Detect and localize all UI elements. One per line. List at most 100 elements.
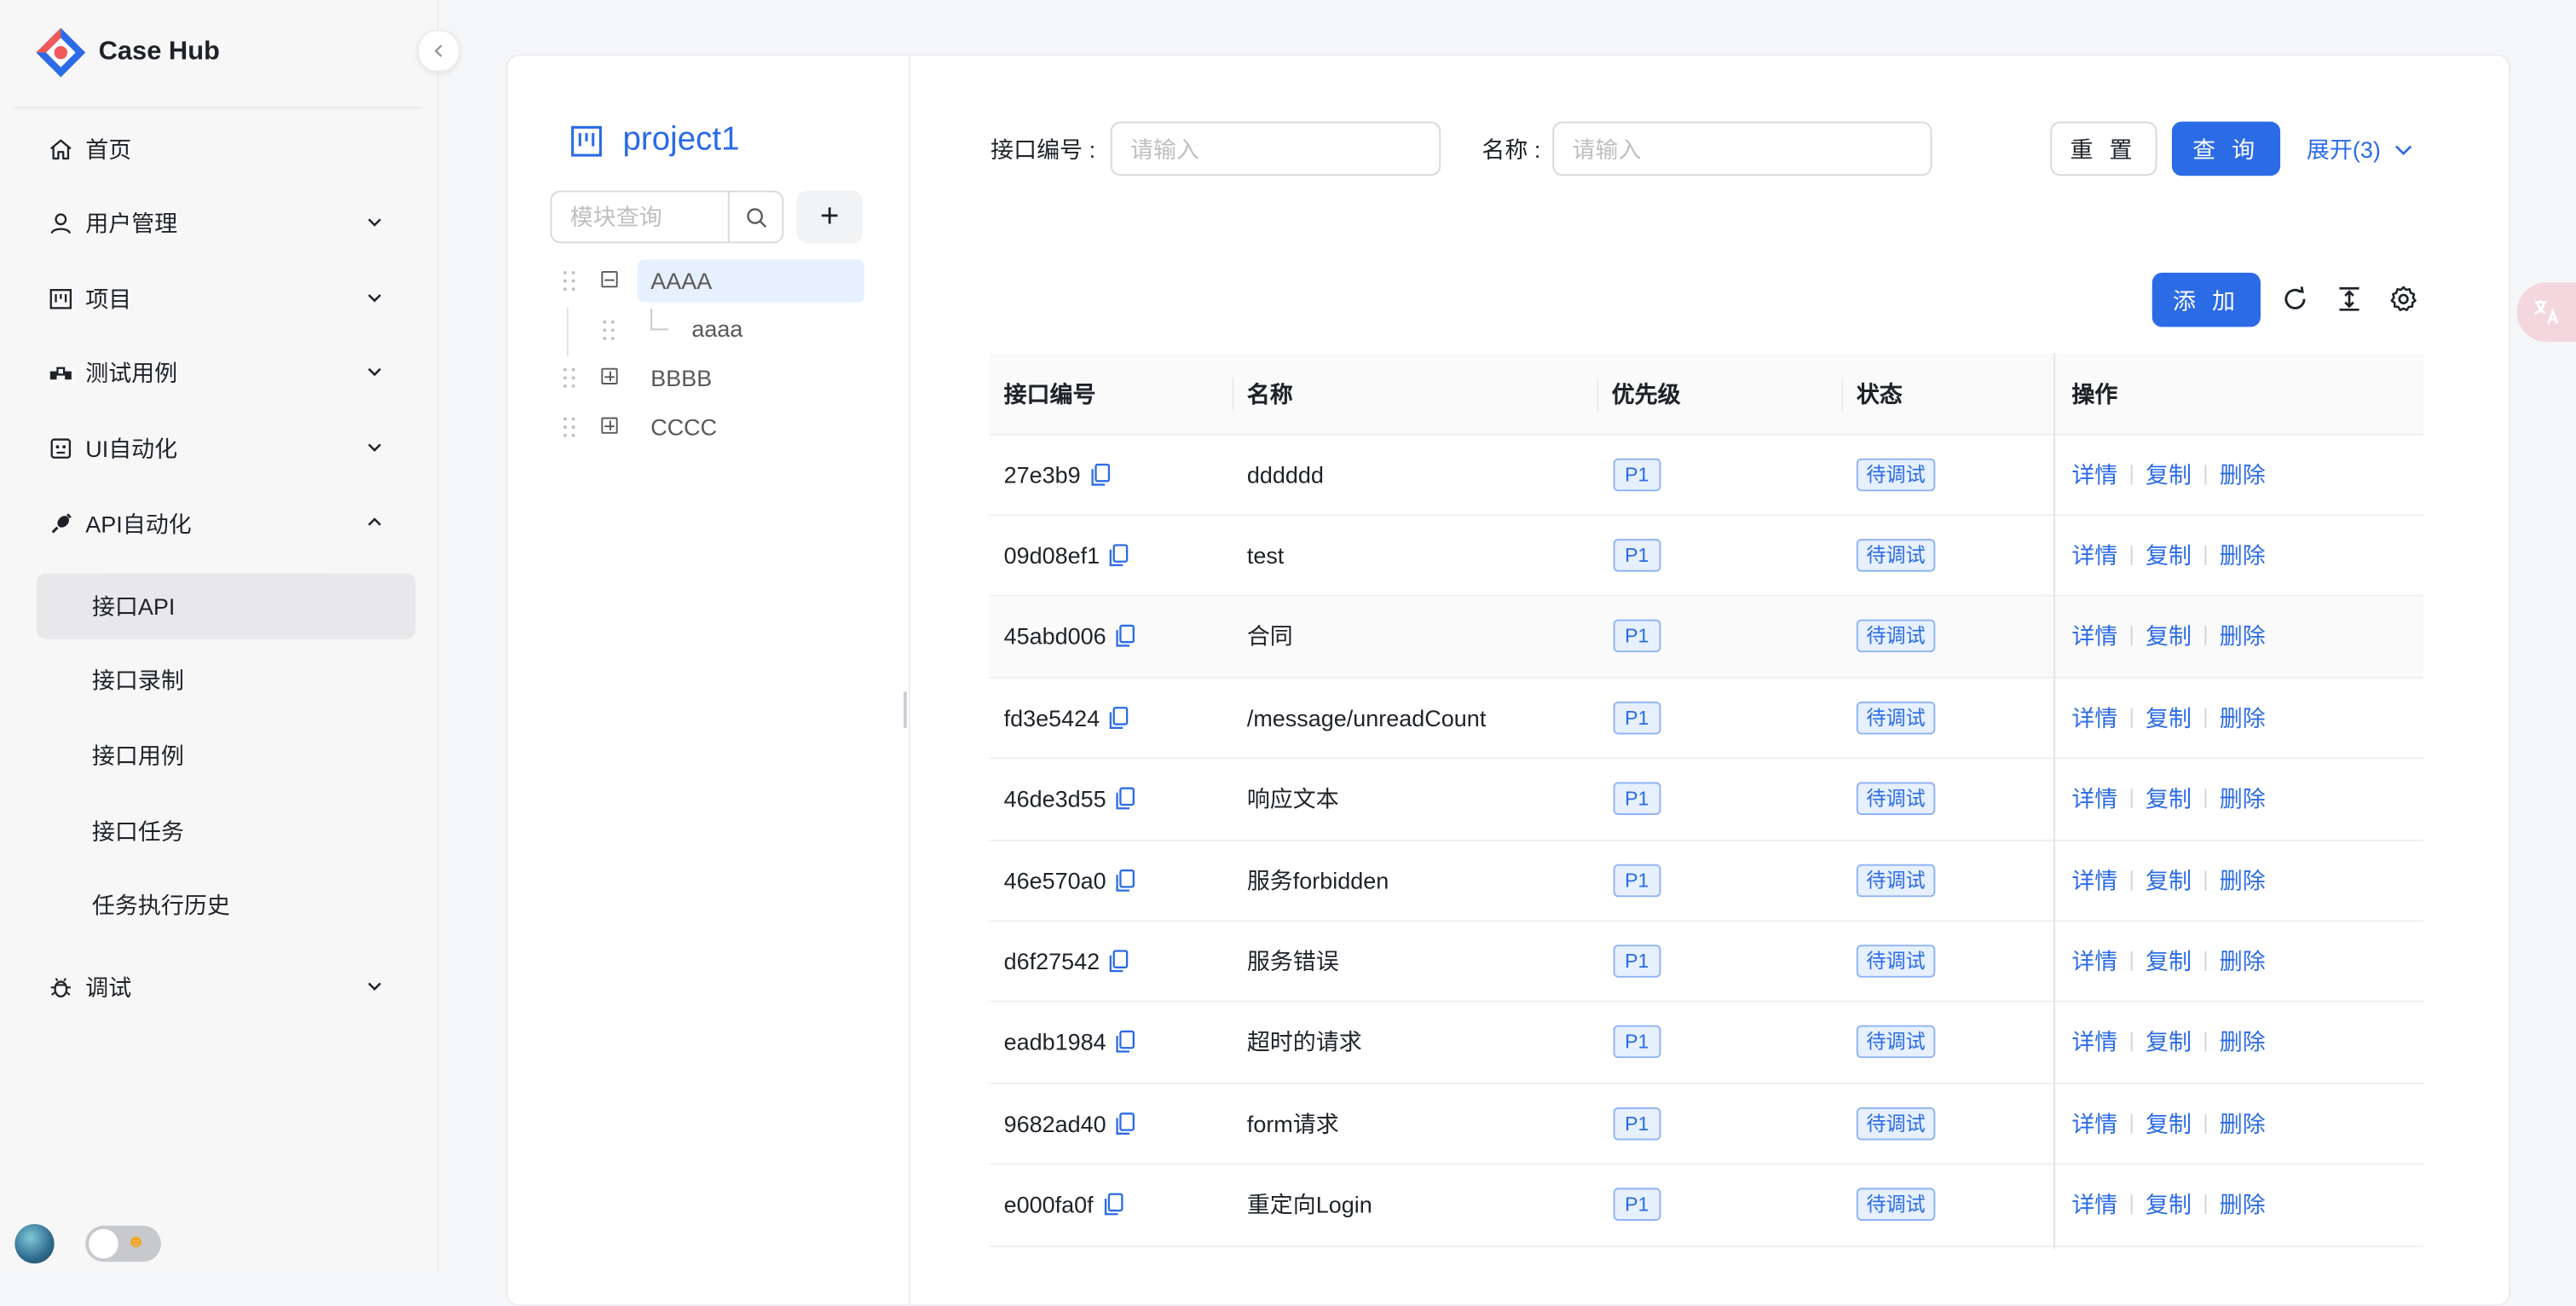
menu-item-api-automation[interactable]: API自动化 [36,491,417,557]
refresh-button[interactable] [2279,282,2312,315]
copy-link[interactable]: 复制 [2146,458,2192,491]
drag-handle-icon[interactable] [563,367,576,388]
detail-link[interactable]: 详情 [2071,539,2117,572]
copy-icon[interactable] [1110,950,1129,973]
api-id: fd3e5424 [1003,704,1100,731]
action-divider [2130,789,2133,809]
copy-icon[interactable] [1116,868,1135,892]
cell-actions: 详情 复制 删除 [2071,596,2265,676]
tree-expand-icon[interactable] [601,417,618,434]
sidebar-item-api-interface[interactable]: 接口API [36,573,416,639]
table-row: 46de3d55 响应文本 P1 待调试 详情 复制 删除 [989,759,2423,841]
detail-link[interactable]: 详情 [2071,864,2117,897]
translate-button[interactable] [2516,282,2576,342]
delete-link[interactable]: 删除 [2220,539,2266,572]
delete-link[interactable]: 删除 [2220,458,2266,491]
tree-node-bbbb[interactable]: BBBB [650,356,712,399]
add-button[interactable]: 添 加 [2151,272,2261,327]
detail-link[interactable]: 详情 [2071,458,2117,491]
delete-link[interactable]: 删除 [2220,1107,2266,1140]
avatar[interactable] [14,1223,55,1264]
tree-expand-icon[interactable] [601,367,618,384]
filter-id-input[interactable] [1112,123,1440,175]
action-divider [2204,1032,2207,1053]
sidebar-collapse-button[interactable] [417,29,460,72]
copy-link[interactable]: 复制 [2146,864,2192,897]
app-root: Case Hub 首页 用户管理 项目 测试用例 UI自动化 API自动化 接口… [0,0,2576,1306]
drag-handle-icon[interactable] [603,320,615,340]
add-module-button[interactable]: + [796,190,863,244]
brand[interactable]: Case Hub [33,23,220,82]
tree-collapse-icon[interactable] [601,271,618,288]
copy-icon[interactable] [1116,787,1135,810]
tree-node-cccc[interactable]: CCCC [650,406,717,448]
sidebar-item-api-tasks[interactable]: 接口任务 [36,799,415,864]
table-row: fd3e5424/message/unreadCount P1 待调试 详情 复制 删除 [989,677,2423,760]
delete-link[interactable]: 删除 [2220,783,2266,816]
copy-link[interactable]: 复制 [2146,945,2192,978]
detail-link[interactable]: 详情 [2071,1188,2117,1222]
menu-item-testcase[interactable]: 测试用例 [36,340,417,406]
copy-icon[interactable] [1116,1031,1135,1054]
drag-handle-icon[interactable] [563,271,576,292]
delete-link[interactable]: 删除 [2220,945,2266,978]
menu-item-project[interactable]: 项目 [36,266,417,332]
copy-icon[interactable] [1090,462,1110,486]
table-row: 45abd006 合同 P1 待调试 详情 复制 删除 [989,596,2423,679]
copy-icon[interactable] [1116,1112,1135,1135]
delete-link[interactable]: 删除 [2220,701,2266,734]
cell-priority: P1 [1613,596,1661,676]
copy-link[interactable]: 复制 [2146,1107,2192,1140]
menu-item-home[interactable]: 首页 [36,117,417,182]
density-button[interactable] [2333,282,2366,315]
sub-label: 接口任务 [91,818,184,845]
action-divider [2130,464,2133,484]
detail-link[interactable]: 详情 [2071,1026,2117,1059]
copy-icon[interactable] [1116,625,1135,648]
menu-item-ui-automation[interactable]: UI自动化 [36,416,417,482]
delete-link[interactable]: 删除 [2220,1188,2266,1222]
detail-link[interactable]: 详情 [2071,783,2117,816]
drag-handle-icon[interactable] [563,417,576,437]
sidebar-item-api-recording[interactable]: 接口录制 [36,647,415,713]
pane-splitter[interactable] [904,691,907,728]
copy-link[interactable]: 复制 [2146,620,2192,653]
api-name: 服务错误 [1246,947,1339,974]
detail-link[interactable]: 详情 [2071,945,2117,978]
copy-link[interactable]: 复制 [2146,1026,2192,1059]
cell-id: 45abd006 [1004,596,1136,676]
tree-node-aaaa-child[interactable]: aaaa [691,307,742,350]
delete-link[interactable]: 删除 [2220,620,2266,653]
delete-link[interactable]: 删除 [2220,1026,2266,1059]
detail-link[interactable]: 详情 [2071,620,2117,653]
expand-filters-link[interactable]: 展开(3) [2307,133,2414,166]
detail-link[interactable]: 详情 [2071,701,2117,734]
menu-label: API自动化 [85,511,192,538]
copy-link[interactable]: 复制 [2146,539,2192,572]
menu-item-debug[interactable]: 调试 [36,955,417,1020]
sidebar-item-task-history[interactable]: 任务执行历史 [36,872,415,938]
api-id: e000fa0f [1003,1191,1094,1218]
detail-link[interactable]: 详情 [2071,1107,2117,1140]
action-divider [2130,870,2133,890]
copy-icon[interactable] [1103,1193,1123,1216]
reset-button[interactable]: 重 置 [2050,121,2157,176]
module-search-input[interactable] [552,192,742,242]
copy-link[interactable]: 复制 [2146,1188,2192,1222]
delete-link[interactable]: 删除 [2220,864,2266,897]
tree-node-aaaa-root[interactable]: AAAA [650,260,712,303]
settings-button[interactable] [2387,282,2420,315]
cell-priority: P1 [1613,677,1661,757]
filter-name-input[interactable] [1554,123,1931,175]
sidebar-item-api-cases[interactable]: 接口用例 [36,723,415,789]
search-button[interactable] [727,190,783,244]
copy-link[interactable]: 复制 [2146,783,2192,816]
cell-priority: P1 [1613,840,1661,920]
copy-link[interactable]: 复制 [2146,701,2192,734]
priority-badge: P1 [1613,782,1661,816]
copy-icon[interactable] [1110,544,1129,567]
copy-icon[interactable] [1110,706,1129,729]
query-button[interactable]: 查 询 [2171,121,2281,176]
menu-item-user-management[interactable]: 用户管理 [36,191,417,257]
theme-toggle[interactable]: ☻ [85,1225,161,1263]
